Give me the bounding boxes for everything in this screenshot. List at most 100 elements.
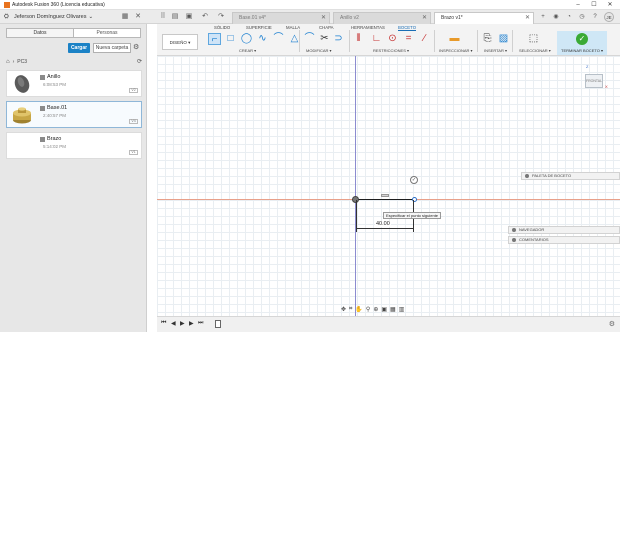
list-item[interactable]: Brazo 5:14:02 PM V1 xyxy=(6,132,142,159)
notifications-icon[interactable]: ◔ xyxy=(564,12,574,22)
undo-icon[interactable]: ↶ xyxy=(200,12,210,22)
tab-sheetmetal[interactable]: CHAPA xyxy=(319,25,334,30)
fit-icon[interactable]: ⊕ xyxy=(373,306,378,313)
home-icon[interactable]: ⌂ xyxy=(6,59,10,65)
step-back-icon[interactable]: ◀ xyxy=(171,320,176,327)
design-file-icon xyxy=(40,136,45,142)
grid-settings-icon[interactable]: ▦ xyxy=(390,306,396,313)
viewports-icon[interactable]: ▥ xyxy=(399,306,405,313)
new-folder-button[interactable]: Nueva carpeta xyxy=(93,43,131,53)
measure-icon[interactable]: ▬ xyxy=(448,33,461,45)
spline-icon[interactable]: ∿ xyxy=(256,33,269,45)
sketch-palette-header[interactable]: PALETA DE BOCETO xyxy=(521,172,620,180)
check-circle-icon[interactable]: ✓ xyxy=(410,176,418,184)
refresh-icon[interactable]: ⟳ xyxy=(137,58,142,65)
file-icon[interactable]: ▤ xyxy=(170,12,180,22)
timeline-sketch-marker[interactable] xyxy=(215,320,221,328)
step-forward-icon[interactable]: ▶ xyxy=(189,320,194,327)
version-badge[interactable]: V1 xyxy=(129,150,138,155)
upload-button[interactable]: Cargar xyxy=(68,43,90,53)
finish-sketch-button[interactable]: ✓ TERMINAR BOCETO ▾ xyxy=(557,31,607,55)
tab-surface[interactable]: SUPERFICIE xyxy=(246,25,272,30)
tangent-icon[interactable]: ⊙ xyxy=(386,33,399,45)
create-menu[interactable]: CREAR ▾ xyxy=(239,48,256,53)
zoom-icon[interactable]: ⚲ xyxy=(366,306,370,313)
tab-brazo[interactable]: Brazo v1* ✕ xyxy=(434,12,534,24)
minimize-button[interactable]: – xyxy=(572,1,584,9)
breadcrumb-folder[interactable]: PC3 xyxy=(17,59,27,65)
workspace-selector[interactable]: DISEÑO ▾ xyxy=(162,34,198,50)
tab-anillo[interactable]: Anillo v2 ✕ xyxy=(333,12,431,24)
close-tab-icon[interactable]: ✕ xyxy=(321,13,326,24)
version-badge[interactable]: V2 xyxy=(129,88,138,93)
insert-image-icon[interactable]: ▨ xyxy=(497,33,510,45)
tab-sketch[interactable]: BOCETO xyxy=(398,25,417,31)
sketch-line[interactable] xyxy=(356,199,414,200)
dimension-value[interactable]: 40.00 xyxy=(375,221,391,227)
close-panel-icon[interactable]: ✕ xyxy=(133,12,143,22)
navigator-header[interactable]: NAVEGADOR xyxy=(508,226,620,234)
fix-icon[interactable]: ∕ xyxy=(418,33,431,45)
trim-icon[interactable]: ✂ xyxy=(318,33,331,45)
tab-datos[interactable]: Datos xyxy=(7,29,74,37)
rectangle-icon[interactable]: □ xyxy=(224,33,237,45)
redo-icon[interactable]: ↷ xyxy=(216,12,226,22)
user-menu[interactable]: ⛭ Jeferson Domínguez Olivares ⌄ xyxy=(4,12,93,22)
extensions-icon[interactable]: ◉ xyxy=(551,12,561,22)
chevron-down-icon: ⌄ xyxy=(88,14,94,20)
gear-icon[interactable]: ⚙ xyxy=(609,320,615,328)
list-item[interactable]: Anillo 6:08:53 PM V2 xyxy=(6,70,142,97)
select-menu[interactable]: SELECCIONAR ▾ xyxy=(519,48,551,53)
fusion-logo-icon xyxy=(4,2,10,8)
circle-icon[interactable]: ◯ xyxy=(240,33,253,45)
close-window-button[interactable]: ✕ xyxy=(604,1,616,9)
arc-icon[interactable]: ⌒ xyxy=(272,33,285,45)
save-icon[interactable]: ▣ xyxy=(184,12,194,22)
tab-solid[interactable]: SÓLIDO xyxy=(214,25,230,30)
job-status-icon[interactable]: ◷ xyxy=(577,12,587,22)
modify-menu[interactable]: MODIFICAR ▾ xyxy=(306,48,332,53)
design-canvas[interactable]: ✓ 40.00 Especificar el punto siguiente P… xyxy=(157,56,620,316)
offset-icon[interactable]: ⊃ xyxy=(332,33,345,45)
close-tab-icon[interactable]: ✕ xyxy=(525,13,530,24)
look-at-icon[interactable]: ⌗ xyxy=(349,306,352,313)
play-icon[interactable]: ▶ xyxy=(180,320,185,327)
inspect-menu[interactable]: INSPECCIONAR ▾ xyxy=(439,48,473,53)
perpendicular-icon[interactable]: ∟ xyxy=(370,33,383,45)
grid-apps-icon[interactable]: ▦ xyxy=(120,12,130,22)
equal-icon[interactable]: = xyxy=(402,33,415,45)
display-settings-icon[interactable]: ▣ xyxy=(381,306,387,313)
tab-mesh[interactable]: MALLA xyxy=(286,25,300,30)
fusion-app: Autodesk Fusion 360 (Licencia educativa)… xyxy=(0,0,620,332)
tab-label: Base.01 v4* xyxy=(239,15,266,21)
new-tab-icon[interactable]: + xyxy=(538,12,548,22)
close-tab-icon[interactable]: ✕ xyxy=(422,13,427,24)
viewcube-face[interactable]: FRONTAL xyxy=(585,74,603,88)
navigator-label: NAVEGADOR xyxy=(519,227,545,232)
pan-icon[interactable]: ✋ xyxy=(355,306,362,313)
go-to-end-icon[interactable]: ⏭ xyxy=(198,320,203,327)
line-tool-icon[interactable]: ⌐ xyxy=(208,33,221,45)
select-icon[interactable]: ⬚ xyxy=(527,33,540,45)
help-icon[interactable]: ? xyxy=(590,12,600,22)
tab-personas[interactable]: Personas xyxy=(74,29,140,37)
app-grid-icon[interactable]: ⠿ xyxy=(158,12,168,22)
constraints-menu[interactable]: RESTRICCIONES ▾ xyxy=(373,48,409,53)
list-item[interactable]: Base.01 2:40:57 PM V4 xyxy=(6,101,142,128)
gear-icon[interactable]: ⚙ xyxy=(133,44,141,52)
tab-tools[interactable]: HERRAMIENTAS xyxy=(351,25,385,30)
fillet-icon[interactable]: ⌒ xyxy=(303,33,316,45)
avatar[interactable]: JE xyxy=(604,12,614,22)
insert-menu[interactable]: INSERTAR ▾ xyxy=(484,48,507,53)
breadcrumb: ⌂ › PC3 ⟳ xyxy=(6,58,142,66)
viewcube[interactable]: Z FRONTAL X xyxy=(579,64,609,94)
maximize-button[interactable]: ☐ xyxy=(588,1,600,9)
x-axis-label: X xyxy=(605,84,608,89)
orbit-icon[interactable]: ✥ xyxy=(341,306,346,313)
comments-header[interactable]: COMENTARIOS xyxy=(508,236,620,244)
tab-base01[interactable]: Base.01 v4* ✕ xyxy=(232,12,330,24)
insert-derive-icon[interactable]: ⎘ xyxy=(481,33,494,45)
go-to-start-icon[interactable]: ⏮ xyxy=(161,320,166,327)
horizontal-constraint-icon[interactable]: ⫴ xyxy=(352,33,365,45)
version-badge[interactable]: V4 xyxy=(129,119,138,124)
